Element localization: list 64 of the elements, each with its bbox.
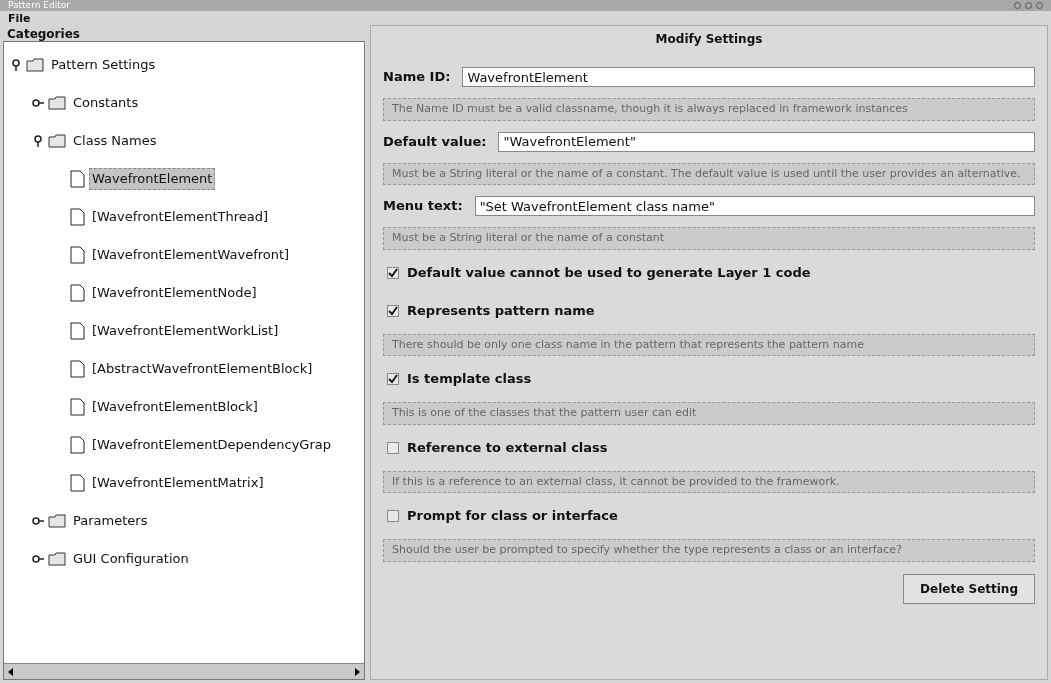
tree-item[interactable]: Class Names <box>70 130 160 152</box>
text-field[interactable]: "WavefrontElement" <box>498 131 1035 152</box>
description-note: Should the user be prompted to specify whether the type represents a class or an interface? <box>383 539 1035 562</box>
checkbox-label: Prompt for class or interface <box>407 507 618 526</box>
tree-item[interactable]: Pattern Settings <box>48 54 159 76</box>
document-icon <box>70 474 85 492</box>
tree-item[interactable]: Constants <box>70 92 142 114</box>
description-note: Must be a String literal or the name of a constant <box>383 227 1035 250</box>
scroll-left-icon[interactable] <box>8 667 13 676</box>
scroll-right-icon[interactable] <box>355 667 360 676</box>
menu-item[interactable]: File <box>8 12 31 24</box>
document-icon <box>70 398 85 416</box>
checkbox-label: Represents pattern name <box>407 301 595 320</box>
tree-item[interactable]: [WavefrontElementWorkList] <box>89 320 282 342</box>
delete-setting-button[interactable]: Delete Setting <box>903 573 1035 604</box>
description-note: The Name ID must be a valid classname, though it is always replaced in framework instances <box>383 98 1035 121</box>
tree-item[interactable]: [WavefrontElementDependencyGrap <box>89 434 334 456</box>
document-icon <box>70 284 85 302</box>
folder-icon <box>48 514 66 528</box>
description-note: This is one of the classes that the pattern user can edit <box>383 402 1035 425</box>
tree-item[interactable]: WavefrontElement <box>89 168 216 190</box>
window-title: Pattern Editor <box>8 1 70 10</box>
description-note: Must be a String literal or the name of a constant. The default value is used until the user provides an alternative. <box>383 162 1035 185</box>
field-label: Default value: <box>383 132 487 151</box>
collapsed-toggle-icon[interactable] <box>32 97 44 109</box>
tree-item[interactable]: [WavefrontElementWavefront] <box>89 244 293 266</box>
checkbox[interactable] <box>387 441 399 454</box>
checkbox-label: Is template class <box>407 370 532 389</box>
field-label: Menu text: <box>383 197 463 216</box>
expanded-toggle-icon[interactable] <box>32 135 44 147</box>
folder-icon <box>26 58 44 72</box>
checkbox[interactable] <box>387 266 399 279</box>
document-icon <box>70 322 85 340</box>
checkbox-label: Default value cannot be used to generate Layer 1 code <box>407 263 811 282</box>
tree-item[interactable]: Parameters <box>70 510 151 532</box>
collapsed-toggle-icon[interactable] <box>32 515 44 527</box>
document-icon <box>70 436 85 454</box>
document-icon <box>70 246 85 264</box>
field-label: Name ID: <box>383 68 451 87</box>
collapsed-toggle-icon[interactable] <box>32 553 44 565</box>
tree-item[interactable]: [WavefrontElementBlock] <box>89 396 261 418</box>
panel-title: Modify Settings <box>654 31 764 48</box>
checkbox-label: Reference to external class <box>407 438 608 457</box>
tree-item[interactable]: [WavefrontElementThread] <box>89 206 272 228</box>
text-field[interactable]: WavefrontElement <box>462 67 1035 87</box>
description-note: There should be only one class name in the pattern that represents the pattern name <box>383 333 1035 356</box>
tree-item[interactable]: [WavefrontElementMatrix] <box>89 472 267 494</box>
panel-title: Categories <box>6 26 81 41</box>
folder-icon <box>48 96 66 110</box>
folder-icon <box>48 552 66 566</box>
document-icon <box>70 208 85 226</box>
tree-item[interactable]: [WavefrontElementNode] <box>89 282 260 304</box>
checkbox[interactable] <box>387 304 399 317</box>
tree-item[interactable]: [AbstractWavefrontElementBlock] <box>89 358 316 380</box>
text-field[interactable]: "Set WavefrontElement class name" <box>474 196 1035 216</box>
document-icon <box>70 360 85 378</box>
checkbox[interactable] <box>387 373 399 385</box>
checkbox[interactable] <box>387 510 399 522</box>
horizontal-scrollbar[interactable] <box>4 663 364 679</box>
expanded-toggle-icon[interactable] <box>10 59 22 71</box>
document-icon <box>70 170 85 188</box>
tree-item[interactable]: GUI Configuration <box>70 548 192 570</box>
description-note: If this is a reference to an external class, it cannot be provided to the framework. <box>383 470 1035 493</box>
folder-icon <box>48 134 66 148</box>
